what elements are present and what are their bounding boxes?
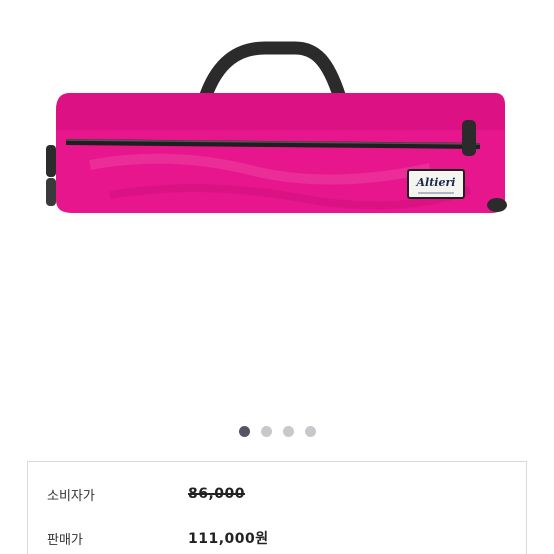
sale-price-label: 판매가: [47, 532, 83, 548]
sale-price-row: 판매가 111,000원: [28, 528, 526, 548]
product-detail-page: Altieri 소비자가 86,000 판매가 111,000원: [0, 0, 554, 554]
flute-case-illustration: Altieri: [46, 41, 507, 213]
retail-price-label: 소비자가: [47, 488, 95, 504]
price-info-box: 소비자가 86,000 판매가 111,000원: [27, 461, 527, 554]
retail-price-row: 소비자가 86,000: [28, 484, 526, 504]
carousel-dot-2[interactable]: [260, 426, 272, 437]
carousel-dot-4[interactable]: [304, 426, 316, 437]
product-image[interactable]: Altieri: [0, 0, 554, 410]
brand-label-text: Altieri: [416, 176, 456, 189]
zipper-pull-left: [46, 145, 56, 177]
sale-price-value: 111,000원: [188, 531, 269, 547]
carousel-pagination: [0, 426, 554, 438]
carousel-dot-3[interactable]: [282, 426, 294, 437]
retail-price-value: 86,000: [188, 486, 246, 502]
case-handle: [198, 41, 347, 105]
carousel-dot-1[interactable]: [238, 426, 250, 437]
zipper-pull-right: [462, 120, 476, 156]
